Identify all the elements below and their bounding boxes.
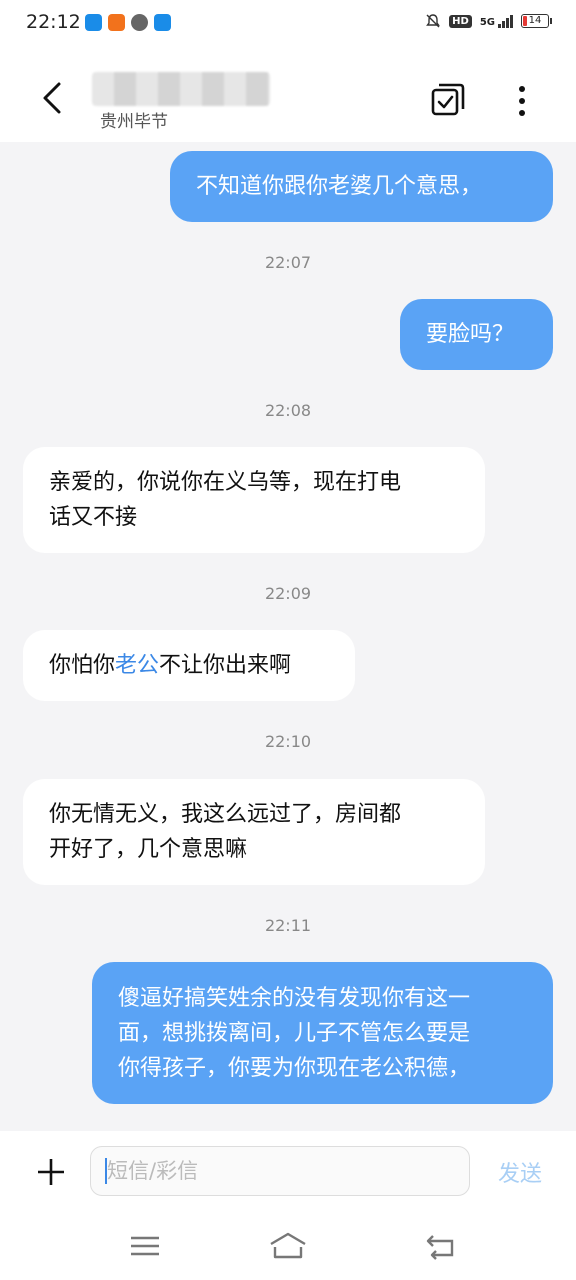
add-attachment-button[interactable]	[34, 1155, 68, 1189]
contact-location: 贵州毕节	[100, 112, 168, 132]
home-icon[interactable]	[268, 1231, 308, 1261]
hd-badge: HD	[449, 14, 472, 28]
message-text-line: 面，想挑拨离间，儿子不管怎么要是	[118, 1021, 471, 1046]
message-timestamp: 22:09	[264, 584, 312, 603]
contact-link[interactable]: 老公	[115, 653, 159, 678]
message-text-line: 你无情无义，我这么远过了，房间都	[49, 802, 402, 827]
message-text-line: 傻逼好搞笑姓余的没有发现你有这一	[118, 986, 471, 1011]
multi-select-icon[interactable]	[430, 82, 466, 118]
more-options-icon[interactable]	[508, 84, 536, 118]
status-time: 22:12	[26, 11, 81, 33]
message-sent[interactable]: 傻逼好搞笑姓余的没有发现你有这一 面，想挑拨离间，儿子不管怎么要是 你得孩子，你…	[92, 962, 553, 1104]
network-label: 5G	[479, 16, 495, 28]
message-text-line: 话又不接	[49, 505, 138, 530]
message-text: 不知道你跟你老婆几个意思，	[196, 174, 483, 199]
battery-level: 14	[528, 15, 542, 26]
status-bar: 22:12 HD 5G 14	[0, 0, 576, 48]
mute-bell-icon	[426, 14, 441, 28]
back-button[interactable]	[34, 78, 74, 118]
status-app-icons	[85, 14, 171, 31]
signal-icon: 5G	[479, 14, 513, 28]
message-received[interactable]: 你无情无义，我这么远过了，房间都 开好了，几个意思嘛	[23, 779, 485, 885]
message-sent[interactable]: 不知道你跟你老婆几个意思，	[170, 151, 553, 222]
message-received[interactable]: 亲爱的，你说你在义乌等，现在打电 话又不接	[23, 447, 485, 553]
message-input-box[interactable]	[90, 1146, 470, 1196]
system-nav-bar	[0, 1211, 576, 1280]
message-timestamp: 22:08	[264, 401, 312, 420]
message-input[interactable]	[105, 1158, 469, 1184]
message-text: 不让你出来啊	[159, 653, 292, 678]
menu-icon[interactable]	[127, 1231, 163, 1261]
back-nav-icon[interactable]	[422, 1231, 458, 1261]
conversation-header: 贵州毕节	[0, 48, 576, 142]
message-timestamp: 22:10	[264, 732, 312, 751]
compose-bar: 发送	[0, 1131, 576, 1211]
app-news-icon	[108, 14, 125, 31]
battery-icon: 14	[521, 14, 552, 28]
send-button[interactable]: 发送	[498, 1156, 542, 1188]
message-text: 你怕你	[49, 653, 116, 678]
message-sent[interactable]: 要脸吗？	[400, 299, 553, 370]
app-media-icon	[131, 14, 148, 31]
message-timestamp: 22:07	[264, 253, 312, 272]
message-text-line: 开好了，几个意思嘛	[49, 837, 248, 862]
contact-name-redacted	[92, 72, 270, 106]
text-caret	[105, 1158, 107, 1184]
message-text-line: 亲爱的，你说你在义乌等，现在打电	[49, 470, 402, 495]
message-text: 要脸吗？	[426, 322, 515, 347]
message-received[interactable]: 你怕你老公不让你出来啊	[23, 630, 355, 701]
app-notify-icon	[85, 14, 102, 31]
message-text-line: 你得孩子，你要为你现在老公积德，	[118, 1056, 471, 1081]
app-alipay-icon	[154, 14, 171, 31]
status-indicators: HD 5G 14	[425, 13, 552, 29]
message-timestamp: 22:11	[264, 916, 312, 935]
